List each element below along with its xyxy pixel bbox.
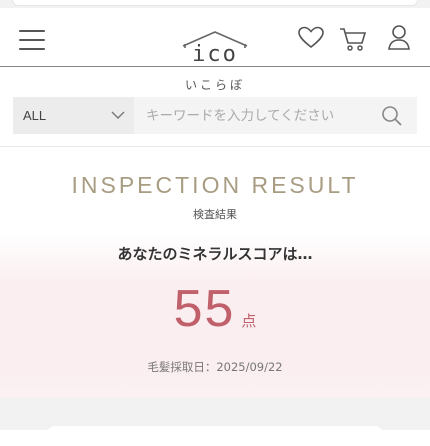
inspection-result-section: INSPECTION RESULT 検査結果 あなたのミネラルスコアは… 55 点… — [0, 147, 430, 430]
next-card — [46, 426, 384, 446]
search-input[interactable] — [134, 97, 386, 134]
site-header: ico いこらぼ — [0, 8, 430, 92]
search-icon[interactable] — [380, 105, 404, 127]
logo-subtitle: いこらぼ — [184, 78, 245, 92]
search-bar: ALL — [13, 97, 417, 134]
cart-icon[interactable] — [339, 26, 367, 52]
score-question: あなたのミネラルスコアは… — [117, 245, 313, 263]
search-field — [134, 97, 417, 134]
category-select[interactable]: ALL — [13, 97, 134, 134]
header-rule — [0, 66, 430, 67]
chevron-down-icon — [111, 111, 125, 119]
heart-icon[interactable] — [298, 26, 324, 50]
user-icon[interactable] — [387, 24, 411, 52]
site-logo[interactable]: ico いこらぼ — [175, 28, 255, 92]
logo-text: ico — [192, 42, 238, 67]
score-display: 55 点 — [0, 279, 430, 339]
score-value: 55 — [173, 280, 236, 338]
page-title: INSPECTION RESULT — [71, 172, 359, 198]
top-strip — [0, 0, 430, 8]
category-selected-label: ALL — [23, 108, 47, 123]
sample-date: 毛髪採取日：2025/09/22 — [147, 360, 283, 374]
page-subtitle: 検査結果 — [193, 208, 237, 221]
menu-icon[interactable] — [19, 30, 45, 50]
score-unit: 点 — [241, 312, 257, 330]
